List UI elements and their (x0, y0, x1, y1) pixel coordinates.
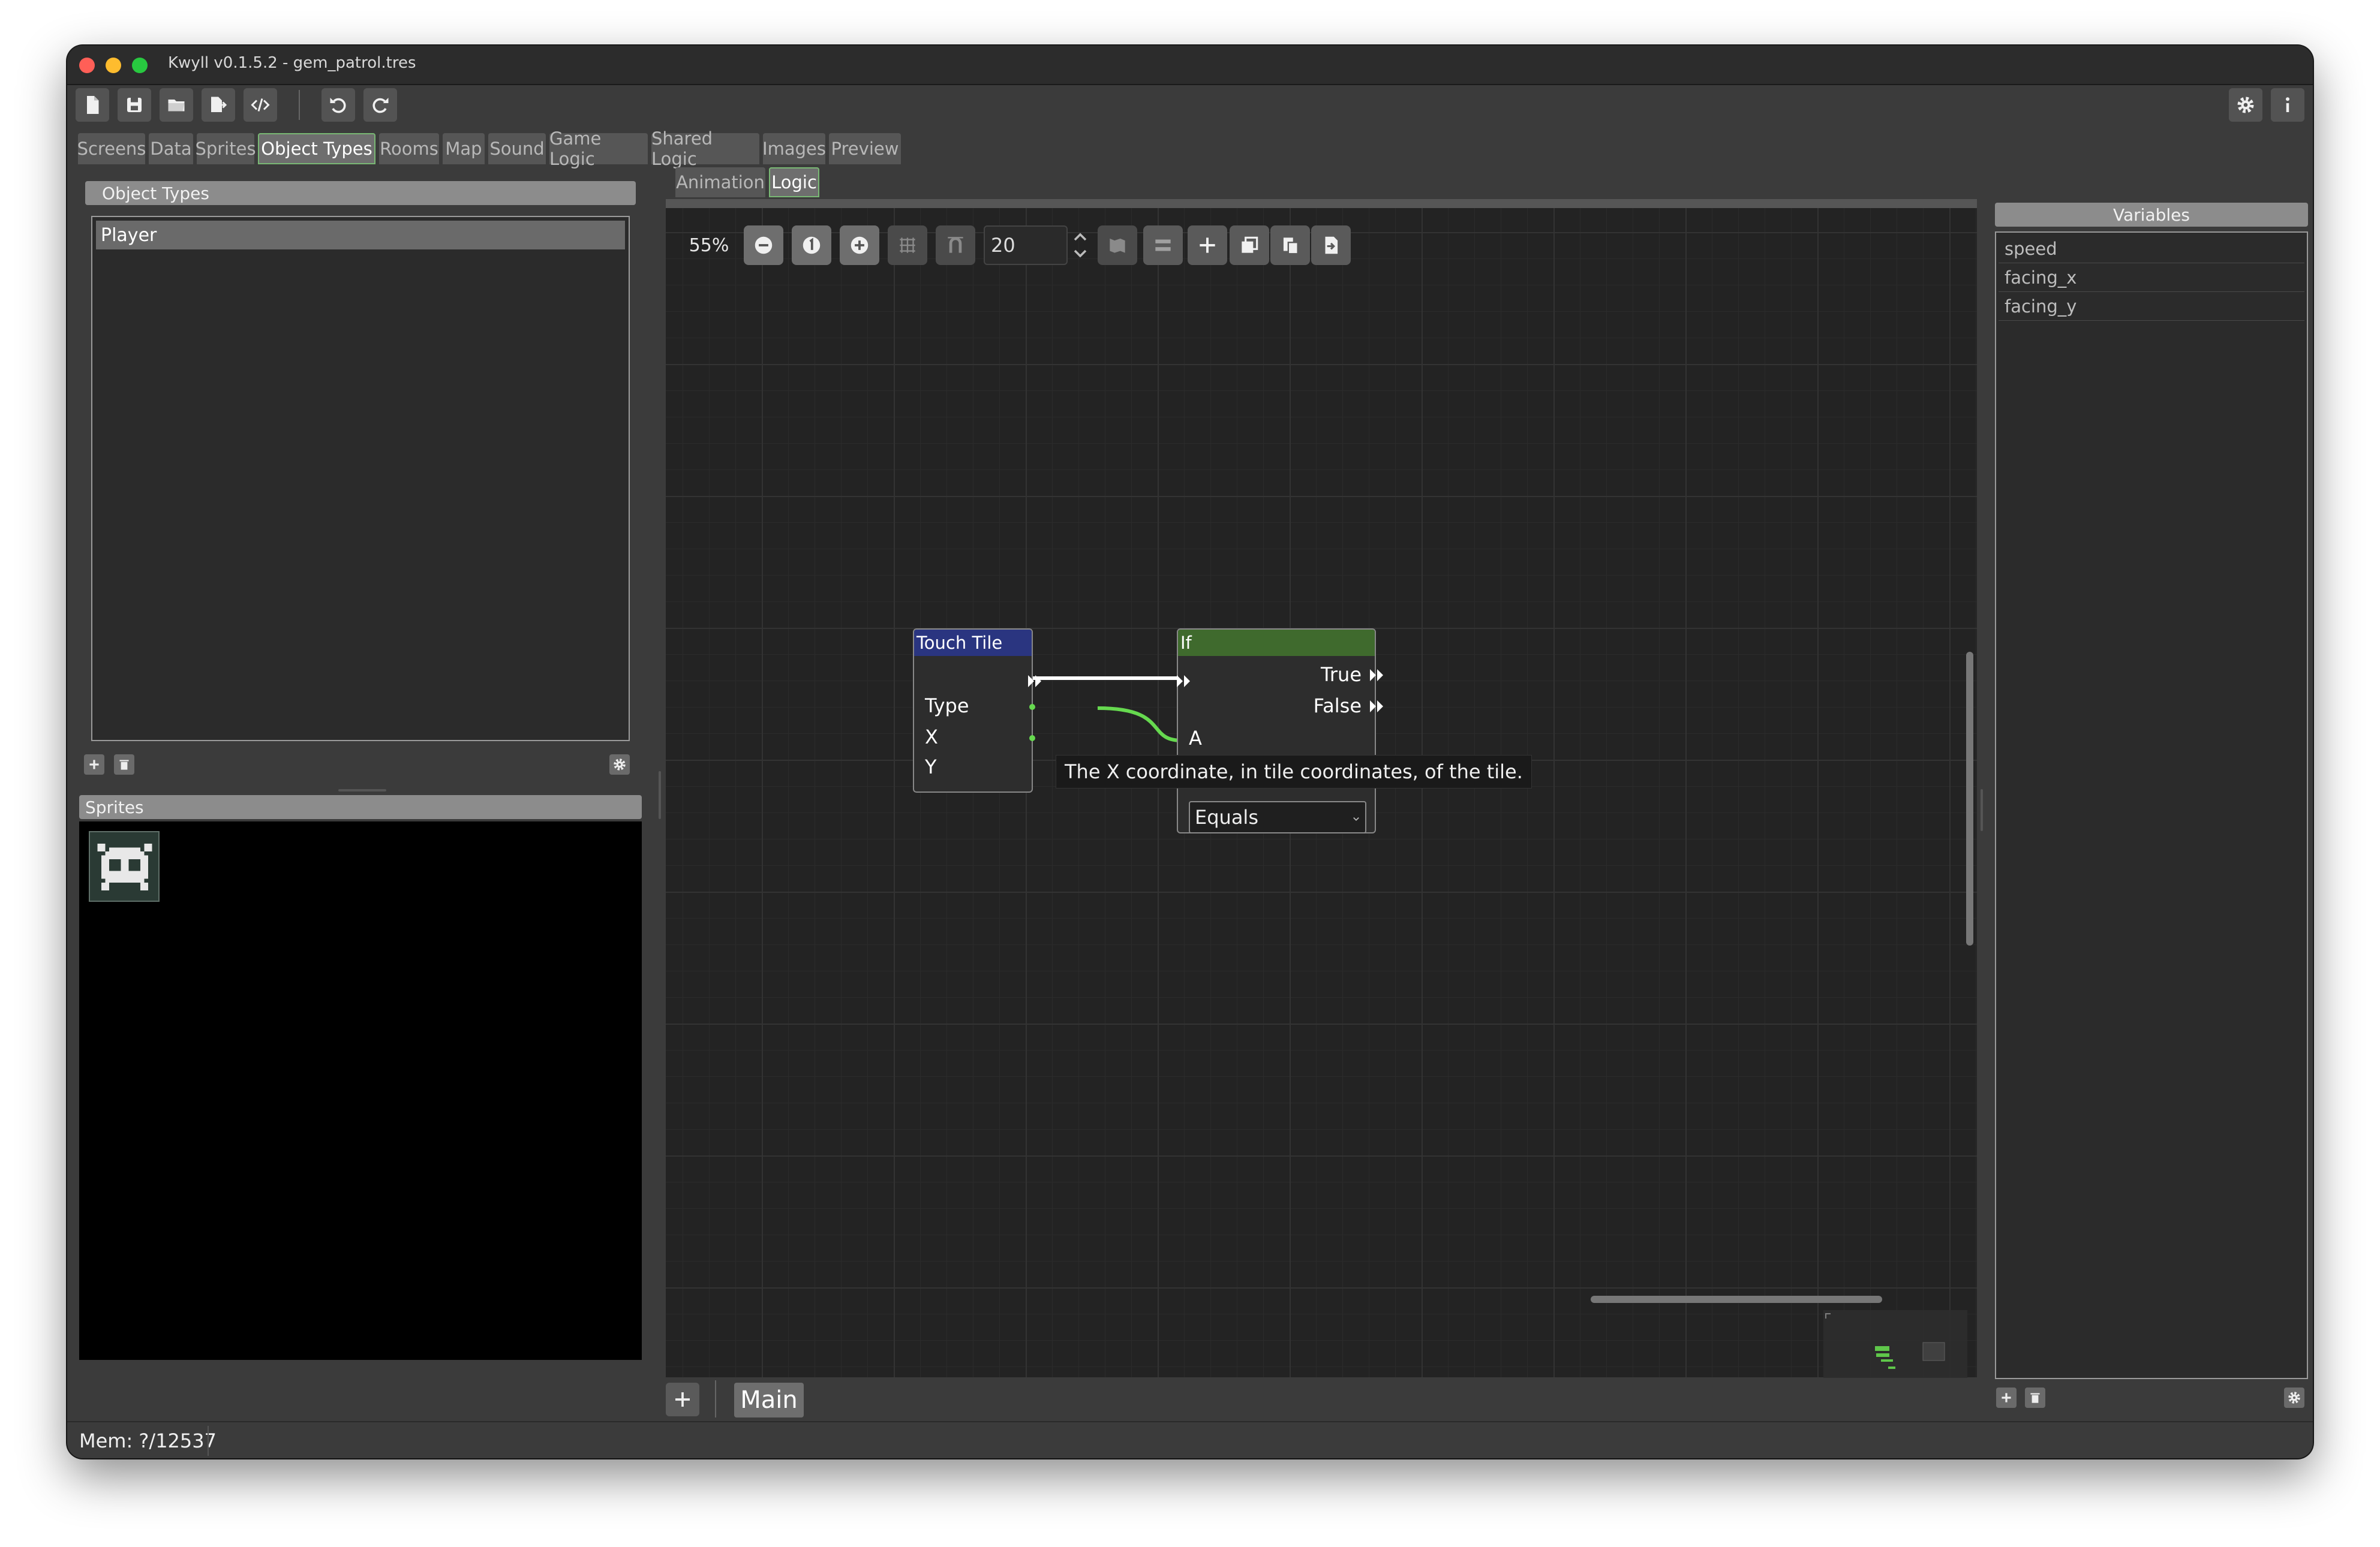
export-button[interactable] (202, 88, 235, 122)
object-types-list: Player (91, 216, 630, 741)
info-icon (2286, 97, 2289, 112)
chevron-down-icon (1353, 817, 1359, 821)
add-variable-button[interactable] (1996, 1388, 2017, 1408)
trash-icon (2030, 1393, 2040, 1403)
tab-preview[interactable]: Preview (829, 133, 901, 164)
title-bar: Kwyll v0.1.5.2 - gem_patrol.tres (67, 46, 2313, 85)
undo-button[interactable] (321, 88, 355, 122)
app-window: Kwyll v0.1.5.2 - gem_patrol.tres Screens… (67, 46, 2313, 1458)
touch-tile-node[interactable]: Touch Tile Type X Y (913, 628, 1041, 793)
add-graph-button[interactable] (666, 1383, 699, 1416)
tab-screens[interactable]: Screens (77, 133, 146, 164)
window-title: Kwyll v0.1.5.2 - gem_patrol.tres (168, 54, 416, 72)
plus-icon (675, 1392, 690, 1407)
new-file-icon (87, 96, 99, 114)
redo-button[interactable] (363, 88, 397, 122)
false-out-port-icon[interactable] (1369, 699, 1387, 714)
port-false: False (1314, 694, 1362, 717)
gear-icon (2237, 97, 2254, 113)
sprites-grid (79, 821, 642, 1360)
panel-splitter-handle[interactable] (338, 789, 386, 791)
logic-graph-editor[interactable]: 55% 20 Touch Tile Type X Y If True False… (666, 208, 1977, 1406)
variables-header: Variables (1995, 203, 2308, 227)
plus-icon (89, 760, 99, 769)
memory-status: Mem: ?/12537 (79, 1429, 217, 1452)
settings-button[interactable] (2229, 88, 2262, 122)
variable-speed[interactable]: speed (1999, 235, 2304, 263)
flow-in-port-icon[interactable] (1176, 674, 1194, 688)
flow-out-port-icon[interactable] (1027, 674, 1045, 688)
export-icon (211, 97, 227, 112)
variable-facing-x[interactable]: facing_x (1999, 264, 2304, 292)
variable-facing-y[interactable]: facing_y (1999, 293, 2304, 321)
port-tooltip: The X coordinate, in tile coordinates, o… (1056, 755, 1532, 788)
tab-rooms[interactable]: Rooms (379, 133, 439, 164)
horizontal-scrollbar[interactable] (1591, 1296, 1882, 1303)
graph-tab-main[interactable]: Main (734, 1383, 804, 1417)
maximize-window-button[interactable] (132, 58, 148, 73)
add-object-type-button[interactable] (84, 754, 104, 775)
port-x: X (925, 726, 938, 748)
operator-select[interactable]: Equals (1189, 801, 1366, 833)
port-type-dot[interactable] (1029, 704, 1035, 710)
save-button[interactable] (118, 88, 151, 122)
if-node-title: If (1178, 630, 1375, 656)
status-bar: Mem: ?/12537 (67, 1421, 2313, 1458)
main-splitter-handle[interactable] (659, 771, 661, 819)
graph-tab-separator (715, 1380, 716, 1417)
variable-settings-button[interactable] (2284, 1388, 2304, 1408)
undo-icon (330, 98, 346, 113)
toolbar-separator (299, 90, 300, 120)
delete-object-type-button[interactable] (114, 754, 134, 775)
graph-tab-bar: Main (666, 1378, 1977, 1423)
tab-sound[interactable]: Sound (488, 133, 546, 164)
if-node[interactable]: If True False A Equals (1176, 628, 1383, 833)
tab-sprites[interactable]: Sprites (195, 133, 256, 164)
port-type: Type (925, 694, 969, 717)
delete-variable-button[interactable] (2025, 1388, 2045, 1408)
save-icon (127, 98, 142, 112)
sprite-thumbnail[interactable] (89, 831, 160, 902)
code-button[interactable] (244, 88, 277, 122)
status-separator (208, 1426, 209, 1456)
sprites-header: Sprites (79, 795, 642, 819)
info-button[interactable] (2271, 88, 2304, 122)
open-folder-button[interactable] (160, 88, 193, 122)
close-window-button[interactable] (79, 58, 95, 73)
plus-icon (2002, 1393, 2011, 1402)
new-file-button[interactable] (76, 88, 109, 122)
port-true-label: True (1321, 663, 1362, 686)
port-y: Y (925, 756, 937, 778)
tab-data[interactable]: Data (149, 133, 193, 164)
code-icon (251, 98, 270, 112)
tab-object-types[interactable]: Object Types (258, 133, 375, 164)
tab-images[interactable]: Images (762, 133, 826, 164)
port-true: True (1321, 663, 1362, 686)
tab-map[interactable]: Map (443, 133, 485, 164)
tab-game-logic[interactable]: Game Logic (549, 128, 648, 169)
object-types-header: Object Types (85, 181, 636, 205)
gear-icon (614, 759, 626, 771)
touch-tile-node-title: Touch Tile (914, 630, 1032, 656)
port-false-label: False (1313, 694, 1362, 717)
port-a: A (1189, 727, 1202, 750)
graph-top-border (666, 199, 1977, 209)
trash-icon (119, 760, 129, 770)
tab-animation[interactable]: Animation (675, 167, 765, 197)
true-out-port-icon[interactable] (1369, 668, 1387, 682)
minimize-window-button[interactable] (106, 58, 121, 73)
tab-shared-logic[interactable]: Shared Logic (651, 128, 759, 169)
crab-sprite-icon (97, 844, 152, 890)
port-x-dot[interactable] (1029, 735, 1035, 741)
open-folder-icon (168, 100, 185, 112)
vertical-scrollbar[interactable] (1966, 652, 1973, 946)
gear-icon (2288, 1392, 2300, 1404)
right-splitter-handle[interactable] (1981, 789, 1983, 831)
list-item-player[interactable]: Player (96, 221, 625, 249)
redo-icon (372, 98, 389, 113)
operator-select-value: Equals (1195, 806, 1258, 829)
tab-logic[interactable]: Logic (769, 167, 819, 197)
object-type-settings-button[interactable] (609, 754, 630, 775)
variables-list: speed facing_x facing_y (1995, 231, 2308, 1379)
